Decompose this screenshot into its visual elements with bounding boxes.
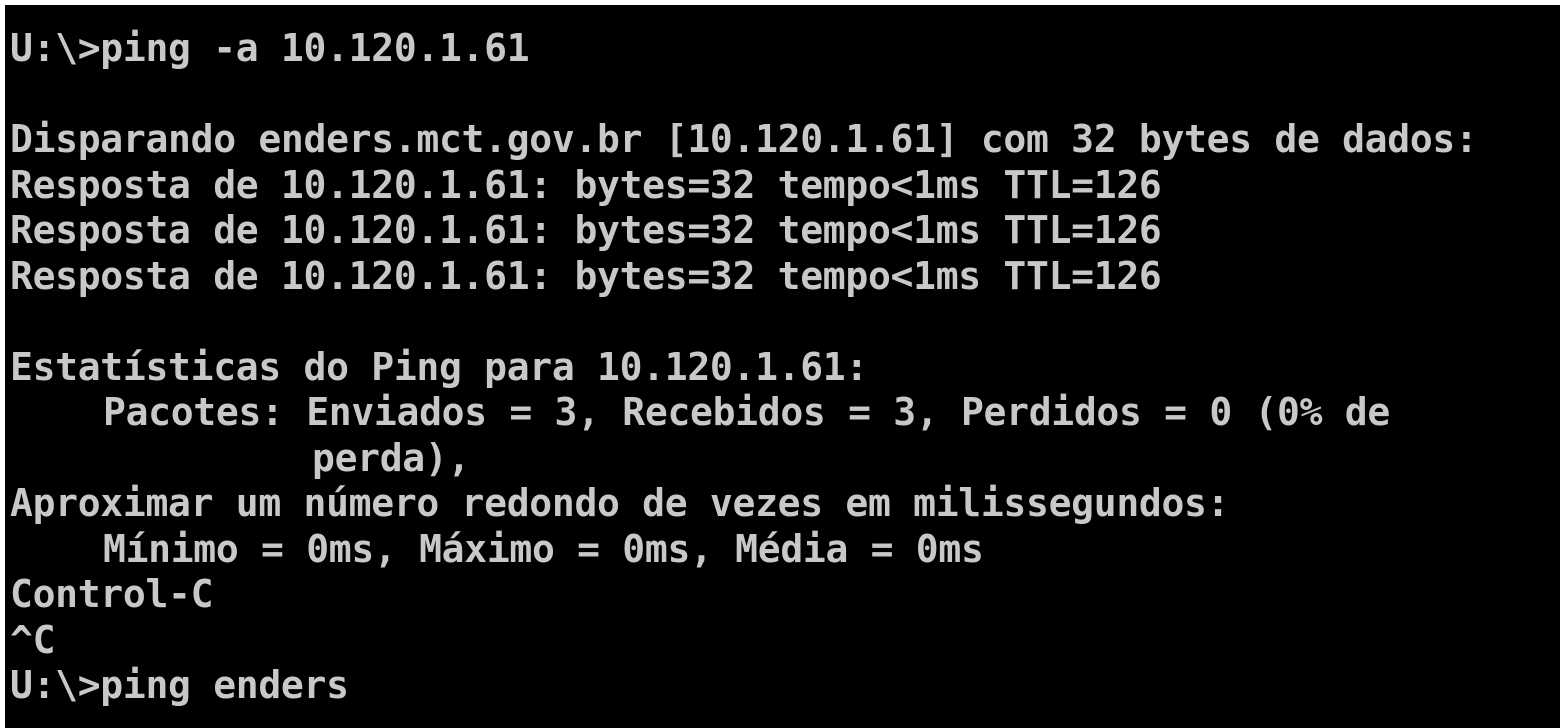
- console-output: U:\>ping -a 10.120.1.61 Disparando ender…: [10, 26, 1555, 709]
- console-line-blank: [10, 299, 1555, 345]
- console-line-disparando: Disparando enders.mct.gov.br [10.120.1.6…: [10, 117, 1478, 161]
- console-line-rtt-header: Aproximar um número redondo de vezes em …: [10, 481, 1230, 525]
- console-line-statistics-header: Estatísticas do Ping para 10.120.1.61:: [10, 344, 868, 389]
- console-line-packets-wrap: perda),: [312, 435, 471, 480]
- console-line-rtt-values: Mínimo = 0ms, Máximo = 0ms, Média = 0ms: [103, 526, 984, 571]
- console-line-blank: [10, 72, 1555, 118]
- cutoff-prompt-line: U:\>: [10, 5, 97, 13]
- console-window[interactable]: U:\> U:\>ping -a 10.120.1.61 Disparando …: [5, 5, 1560, 728]
- console-line-command-ping-a: U:\>ping -a 10.120.1.61: [10, 26, 530, 70]
- console-line-command-ping-enders: U:\>ping enders: [10, 663, 349, 707]
- console-line-caret-c: ^C: [10, 617, 56, 662]
- console-line-reply: Resposta de 10.120.1.61: bytes=32 tempo<…: [10, 208, 1162, 252]
- console-line-packets: Pacotes: Enviados = 3, Recebidos = 3, Pe…: [103, 390, 1390, 434]
- console-line-reply: Resposta de 10.120.1.61: bytes=32 tempo<…: [10, 253, 1162, 298]
- console-line-reply: Resposta de 10.120.1.61: bytes=32 tempo<…: [10, 162, 1162, 207]
- console-line-control-c: Control-C: [10, 572, 214, 616]
